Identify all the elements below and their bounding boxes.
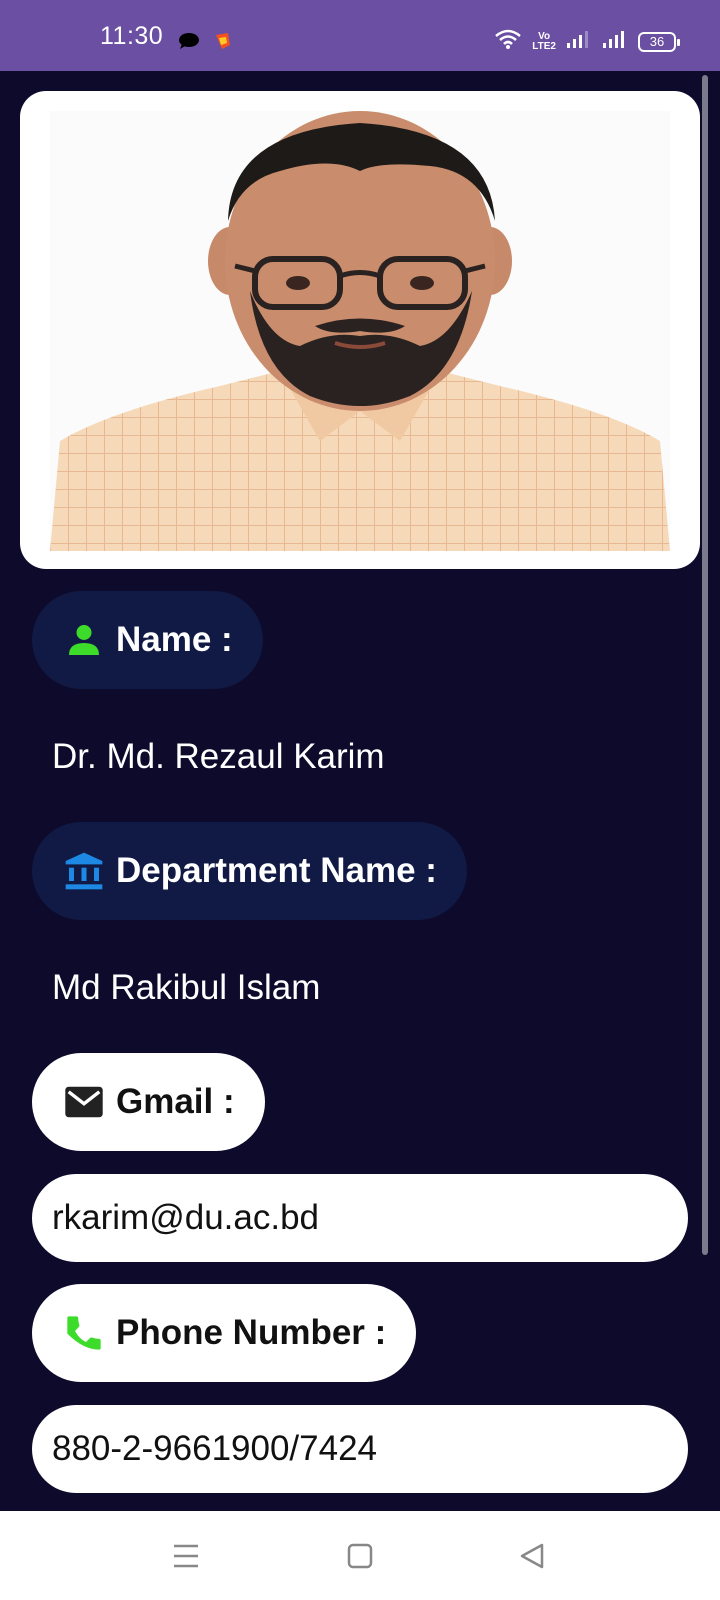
gmail-value-text: rkarim@du.ac.bd	[52, 1198, 320, 1237]
status-time: 11:30	[100, 22, 164, 50]
name-label-pill: Name :	[32, 591, 263, 689]
profile-photo-card	[20, 91, 700, 569]
name-value: Dr. Md. Rezaul Karim	[52, 737, 385, 776]
system-navigation-bar	[0, 1511, 720, 1600]
phone-icon	[62, 1311, 106, 1355]
mail-icon	[62, 1080, 106, 1124]
phone-value[interactable]: 880-2-9661900/7424	[32, 1405, 688, 1493]
wifi-icon	[494, 28, 522, 55]
profile-photo	[50, 111, 670, 551]
home-icon[interactable]	[346, 1541, 374, 1576]
profile-content[interactable]: Name : Dr. Md. Rezaul Karim Department N…	[0, 71, 720, 1511]
gmail-label-pill: Gmail :	[32, 1053, 265, 1151]
phone-label: Phone Number :	[116, 1313, 387, 1352]
volte-bottom-text: LTE2	[532, 40, 556, 52]
name-label: Name :	[116, 620, 233, 659]
status-indicators: Vo LTE2 36	[494, 28, 680, 55]
institution-icon	[62, 849, 106, 893]
signal-sim1-icon	[566, 29, 592, 54]
department-label-pill: Department Name :	[32, 822, 467, 920]
person-icon	[62, 618, 106, 662]
phone-label-pill: Phone Number :	[32, 1284, 417, 1382]
department-value: Md Rakibul Islam	[52, 968, 321, 1007]
battery-indicator: 36	[638, 31, 680, 52]
scrollbar[interactable]	[702, 75, 708, 1255]
phone-value-text: 880-2-9661900/7424	[52, 1429, 378, 1468]
back-icon[interactable]	[518, 1541, 546, 1576]
volte-indicator: Vo LTE2	[532, 31, 556, 52]
signal-sim2-icon	[602, 29, 628, 54]
gmail-value[interactable]: rkarim@du.ac.bd	[32, 1174, 688, 1262]
app-notification-icon	[214, 32, 232, 55]
recent-apps-icon[interactable]	[172, 1541, 200, 1576]
messenger-notification-icon	[178, 32, 200, 55]
gmail-label: Gmail :	[116, 1082, 235, 1121]
status-bar: 11:30 Vo LTE2 36	[0, 0, 720, 71]
department-label: Department Name :	[116, 851, 437, 890]
